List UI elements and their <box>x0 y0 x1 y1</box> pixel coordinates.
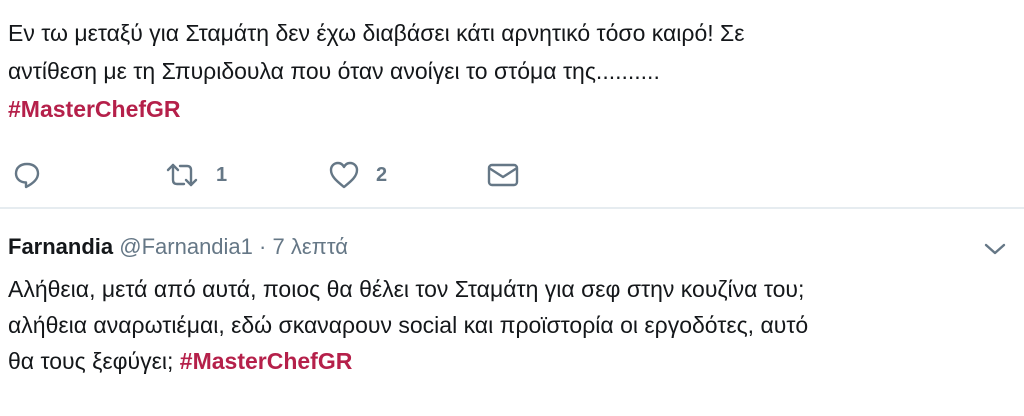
separator-dot: · <box>259 234 267 259</box>
like-button[interactable]: 2 <box>328 150 387 200</box>
tweet-text-line-1: Εν τω μεταξύ για Σταμάτη δεν έχω διαβάσε… <box>8 20 745 46</box>
tweet-menu-button[interactable] <box>982 239 1008 264</box>
tweet-actions: 1 2 <box>0 150 1024 200</box>
tweet-text-line-2: αντίθεση με τη Σπυριδουλα που όταν ανοίγ… <box>8 58 660 84</box>
like-count: 2 <box>376 163 388 186</box>
retweet-button[interactable]: 1 <box>164 150 227 200</box>
tweet-text-line-3: θα τους ξεφύγει; <box>8 348 174 374</box>
envelope-icon <box>486 160 520 190</box>
tweet-text: Αλήθεια, μετά από αυτά, ποιος θα θέλει τ… <box>8 271 1018 379</box>
hashtag-link[interactable]: #MasterChefGR <box>8 96 181 122</box>
reply-button[interactable] <box>12 150 42 200</box>
tweet-text-line-1: Αλήθεια, μετά από αυτά, ποιος θα θέλει τ… <box>8 276 805 302</box>
tweet-header: Farnandia @Farnandia1 · 7 λεπτά <box>8 233 348 261</box>
hashtag-link[interactable]: #MasterChefGR <box>180 348 353 374</box>
tweet-top: Εν τω μεταξύ για Σταμάτη δεν έχω διαβάσε… <box>0 0 1024 207</box>
tweet-text: Εν τω μεταξύ για Σταμάτη δεν έχω διαβάσε… <box>8 14 1008 128</box>
retweet-count: 1 <box>216 163 228 186</box>
direct-message-button[interactable] <box>486 150 520 200</box>
user-name[interactable]: Farnandia <box>8 234 113 259</box>
tweet-text-line-2: αλήθεια αναρωτιέμαι, εδώ σκαναρουν socia… <box>8 312 809 338</box>
tweet-time[interactable]: 7 λεπτά <box>272 234 347 259</box>
chevron-down-icon <box>982 243 1008 263</box>
reply-icon <box>12 160 42 190</box>
tweet-bottom: Farnandia @Farnandia1 · 7 λεπτά Αλήθεια,… <box>0 209 1024 416</box>
user-handle[interactable]: @Farnandia1 <box>119 234 253 259</box>
retweet-icon <box>164 160 200 190</box>
heart-icon <box>328 160 360 190</box>
